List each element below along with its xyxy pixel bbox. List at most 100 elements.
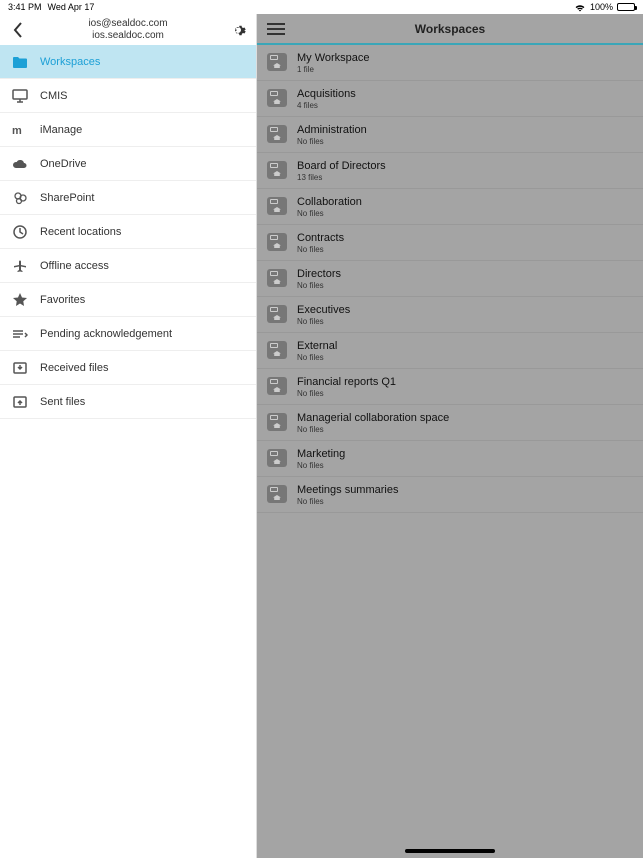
workspace-folder-icon: [267, 233, 287, 251]
workspace-folder-icon: [267, 413, 287, 431]
workspace-folder-icon: [267, 449, 287, 467]
workspace-title: Contracts: [297, 231, 344, 245]
workspace-title: Managerial collaboration space: [297, 411, 449, 425]
nav-item-sharepoint[interactable]: SharePoint: [0, 181, 256, 215]
nav-item-cmis[interactable]: CMIS: [0, 79, 256, 113]
account-info: ios@sealdoc.com ios.sealdoc.com: [28, 18, 228, 42]
battery-icon: [617, 3, 635, 11]
nav-item-offline-access[interactable]: Offline access: [0, 249, 256, 283]
workspace-folder-icon: [267, 305, 287, 323]
main-title: Workspaces: [257, 22, 643, 36]
star-icon: [12, 292, 28, 308]
workspace-title: Executives: [297, 303, 350, 317]
account-server: ios.sealdoc.com: [28, 30, 228, 42]
nav-item-onedrive[interactable]: OneDrive: [0, 147, 256, 181]
workspace-item[interactable]: MarketingNo files: [257, 441, 643, 477]
workspace-item[interactable]: Board of Directors13 files: [257, 153, 643, 189]
nav-item-label: iManage: [40, 124, 82, 136]
workspace-title: Administration: [297, 123, 367, 137]
workspace-folder-icon: [267, 197, 287, 215]
pending-icon: [12, 326, 28, 342]
imanage-icon: m: [12, 122, 28, 138]
monitor-icon: [12, 88, 28, 104]
folder-icon: [12, 54, 28, 70]
workspace-item[interactable]: Managerial collaboration spaceNo files: [257, 405, 643, 441]
nav-item-label: Received files: [40, 362, 108, 374]
workspace-title: Directors: [297, 267, 341, 281]
workspace-title: External: [297, 339, 337, 353]
workspace-item[interactable]: ContractsNo files: [257, 225, 643, 261]
battery-percent: 100%: [590, 2, 613, 12]
back-button[interactable]: [8, 21, 28, 39]
nav-item-workspaces[interactable]: Workspaces: [0, 45, 256, 79]
nav-item-pending-acknowledgement[interactable]: Pending acknowledgement: [0, 317, 256, 351]
nav-item-label: Offline access: [40, 260, 109, 272]
settings-button[interactable]: [228, 22, 248, 38]
airplane-icon: [12, 258, 28, 274]
nav-item-label: SharePoint: [40, 192, 94, 204]
workspace-file-count: 13 files: [297, 173, 386, 183]
workspace-folder-icon: [267, 485, 287, 503]
account-email: ios@sealdoc.com: [28, 18, 228, 30]
workspace-file-count: No files: [297, 353, 337, 363]
workspace-file-count: No files: [297, 245, 344, 255]
nav-item-label: Recent locations: [40, 226, 121, 238]
workspace-file-count: No files: [297, 137, 367, 147]
workspace-folder-icon: [267, 161, 287, 179]
nav-item-label: Favorites: [40, 294, 85, 306]
workspace-title: My Workspace: [297, 51, 370, 65]
status-date: Wed Apr 17: [48, 2, 95, 12]
workspace-file-count: 4 files: [297, 101, 356, 111]
home-indicator: [405, 849, 495, 853]
nav-item-imanage[interactable]: m iManage: [0, 113, 256, 147]
sharepoint-icon: [12, 190, 28, 206]
workspace-item[interactable]: Financial reports Q1No files: [257, 369, 643, 405]
svg-text:m: m: [12, 125, 22, 137]
workspace-title: Acquisitions: [297, 87, 356, 101]
main-header: Workspaces: [257, 14, 643, 45]
nav-item-received-files[interactable]: Received files: [0, 351, 256, 385]
workspace-folder-icon: [267, 269, 287, 287]
status-time: 3:41 PM: [8, 2, 42, 12]
inbox-icon: [12, 360, 28, 376]
workspace-item[interactable]: ExecutivesNo files: [257, 297, 643, 333]
outbox-icon: [12, 394, 28, 410]
workspace-item[interactable]: ExternalNo files: [257, 333, 643, 369]
workspace-item[interactable]: AdministrationNo files: [257, 117, 643, 153]
workspace-title: Marketing: [297, 447, 345, 461]
main-panel: Workspaces My Workspace1 fileAcquisition…: [257, 14, 643, 858]
workspace-file-count: No files: [297, 497, 398, 507]
nav-item-label: Sent files: [40, 396, 85, 408]
workspace-folder-icon: [267, 377, 287, 395]
nav-item-sent-files[interactable]: Sent files: [0, 385, 256, 419]
workspace-item[interactable]: CollaborationNo files: [257, 189, 643, 225]
nav-item-label: Pending acknowledgement: [40, 328, 172, 340]
workspace-title: Financial reports Q1: [297, 375, 396, 389]
nav-item-label: Workspaces: [40, 56, 100, 68]
workspace-item[interactable]: My Workspace1 file: [257, 45, 643, 81]
workspace-item[interactable]: Acquisitions4 files: [257, 81, 643, 117]
workspace-folder-icon: [267, 53, 287, 71]
workspace-list[interactable]: My Workspace1 fileAcquisitions4 filesAdm…: [257, 45, 643, 513]
nav-item-recent-locations[interactable]: Recent locations: [0, 215, 256, 249]
workspace-file-count: No files: [297, 317, 350, 327]
status-bar: 3:41 PM Wed Apr 17 100%: [0, 0, 643, 14]
nav-item-label: CMIS: [40, 90, 68, 102]
workspace-file-count: 1 file: [297, 65, 370, 75]
workspace-folder-icon: [267, 125, 287, 143]
workspace-file-count: No files: [297, 461, 345, 471]
workspace-file-count: No files: [297, 389, 396, 399]
nav-item-label: OneDrive: [40, 158, 86, 170]
menu-button[interactable]: [267, 23, 285, 35]
workspace-file-count: No files: [297, 281, 341, 291]
nav-list: Workspaces CMIS m iManage OneDrive SharePoint…: [0, 45, 256, 419]
clock-icon: [12, 224, 28, 240]
workspace-item[interactable]: Meetings summariesNo files: [257, 477, 643, 513]
sidebar-header: ios@sealdoc.com ios.sealdoc.com: [0, 14, 256, 45]
nav-item-favorites[interactable]: Favorites: [0, 283, 256, 317]
workspace-file-count: No files: [297, 209, 362, 219]
sidebar: ios@sealdoc.com ios.sealdoc.com Workspac…: [0, 14, 257, 858]
workspace-folder-icon: [267, 341, 287, 359]
workspace-item[interactable]: DirectorsNo files: [257, 261, 643, 297]
workspace-file-count: No files: [297, 425, 449, 435]
